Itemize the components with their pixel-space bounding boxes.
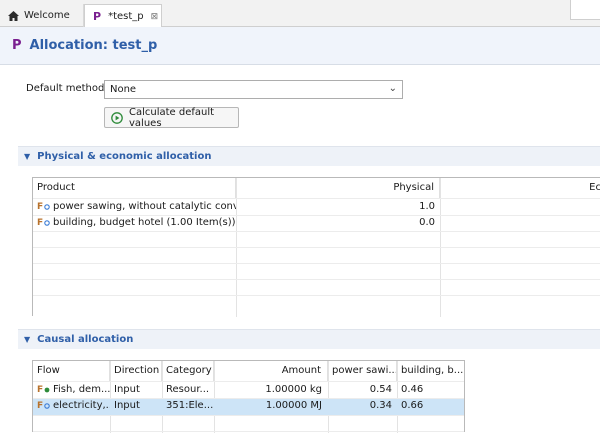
category-cell: 351:Ele... xyxy=(166,400,214,411)
product-cell: F building, budget hotel (1.00 Item(s)) xyxy=(33,215,236,231)
physical-allocation-table: Product Physical Ec F power sawing, with… xyxy=(32,177,600,317)
power-sawing-factor[interactable]: 0.54 xyxy=(328,382,397,398)
minimize-button[interactable] xyxy=(570,0,600,20)
causal-allocation-table: Flow Direction Category Amount power saw… xyxy=(32,360,466,433)
calculate-default-values-button[interactable]: Calculate default values xyxy=(104,106,239,129)
table-row[interactable]: F Fish, dem... Input Resour... 1.00000 k… xyxy=(33,382,464,398)
physical-value[interactable]: 0.0 xyxy=(236,215,440,231)
svg-text:F: F xyxy=(37,218,43,226)
grid-line xyxy=(33,247,600,248)
default-method-label: Default method xyxy=(26,83,105,94)
page-header: P Allocation: test_p xyxy=(0,27,600,65)
section-title: Physical & economic allocation xyxy=(37,151,212,162)
flow-cell: F electricity,... xyxy=(33,398,110,414)
column-header-building[interactable]: building, b... xyxy=(397,361,466,381)
column-header-physical[interactable]: Physical xyxy=(236,178,440,198)
table-row-selected[interactable]: F electricity,... Input 351:Ele... 1.000… xyxy=(33,398,464,415)
flow-cell: F Fish, dem... xyxy=(33,382,110,398)
default-method-select[interactable]: None ⌄ xyxy=(104,80,403,99)
collapse-triangle-icon: ▼ xyxy=(24,335,31,344)
grid-line xyxy=(33,295,600,296)
product-name: power sawing, without catalytic conver..… xyxy=(53,201,236,212)
page-title: Allocation: test_p xyxy=(29,38,158,53)
default-method-value: None xyxy=(110,84,137,95)
building-factor[interactable]: 0.46 xyxy=(397,382,466,398)
elementary-flow-icon: F xyxy=(37,383,50,395)
causal-allocation-section-header[interactable]: ▼ Causal allocation xyxy=(18,329,600,349)
direction-cell: Input xyxy=(114,400,140,411)
grid-line xyxy=(33,415,464,416)
column-header-direction[interactable]: Direction xyxy=(110,361,162,381)
product-cell: F power sawing, without catalytic conver… xyxy=(33,199,236,215)
column-header-economic[interactable]: Ec xyxy=(440,178,600,198)
amount-cell: 1.00000 kg xyxy=(265,384,322,395)
close-icon[interactable]: ⊠ xyxy=(151,12,159,22)
physical-value[interactable]: 1.0 xyxy=(236,199,440,215)
svg-text:F: F xyxy=(37,202,43,210)
tab-test-p[interactable]: P *test_p ⊠ xyxy=(84,4,162,28)
process-icon: P xyxy=(12,38,22,53)
grid-line xyxy=(33,231,600,232)
grid-line xyxy=(33,263,600,264)
section-title: Causal allocation xyxy=(37,334,134,345)
editor-tab-bar: Welcome P *test_p ⊠ xyxy=(0,0,600,28)
grid-line xyxy=(33,381,464,382)
table-row[interactable]: F power sawing, without catalytic conver… xyxy=(33,199,600,215)
flow-name: Fish, dem... xyxy=(53,384,110,395)
physical-allocation-section-header[interactable]: ▼ Physical & economic allocation xyxy=(18,146,600,166)
play-icon xyxy=(111,111,123,124)
flow-name: electricity,... xyxy=(53,400,110,411)
amount-cell: 1.00000 MJ xyxy=(265,400,322,411)
column-header-product[interactable]: Product xyxy=(33,178,236,198)
calculate-button-label: Calculate default values xyxy=(129,106,215,129)
category-cell: Resour... xyxy=(166,384,210,395)
process-icon: P xyxy=(93,10,102,23)
grid-line xyxy=(33,398,464,399)
product-flow-icon: F xyxy=(37,200,50,212)
product-flow-icon: F xyxy=(37,399,50,411)
tab-test-p-label: *test_p xyxy=(108,11,144,22)
building-factor[interactable]: 0.66 xyxy=(397,398,466,414)
column-header-flow[interactable]: Flow xyxy=(33,361,110,381)
home-icon xyxy=(8,10,19,21)
column-header-category[interactable]: Category xyxy=(162,361,214,381)
grid-line xyxy=(33,279,600,280)
product-flow-icon: F xyxy=(37,216,50,228)
grid-line xyxy=(33,198,600,199)
svg-text:F: F xyxy=(37,401,43,409)
table-row[interactable]: F building, budget hotel (1.00 Item(s)) … xyxy=(33,215,600,231)
tab-welcome[interactable]: Welcome xyxy=(0,4,84,27)
chevron-down-icon: ⌄ xyxy=(388,83,397,94)
grid-line xyxy=(33,215,600,216)
direction-cell: Input xyxy=(114,384,140,395)
svg-text:F: F xyxy=(37,385,43,393)
collapse-triangle-icon: ▼ xyxy=(24,152,31,161)
column-header-power-sawing[interactable]: power sawi... xyxy=(328,361,397,381)
power-sawing-factor[interactable]: 0.34 xyxy=(328,398,397,414)
tab-welcome-label: Welcome xyxy=(24,10,70,21)
product-name: building, budget hotel (1.00 Item(s)) xyxy=(53,217,236,228)
column-header-amount[interactable]: Amount xyxy=(214,361,328,381)
